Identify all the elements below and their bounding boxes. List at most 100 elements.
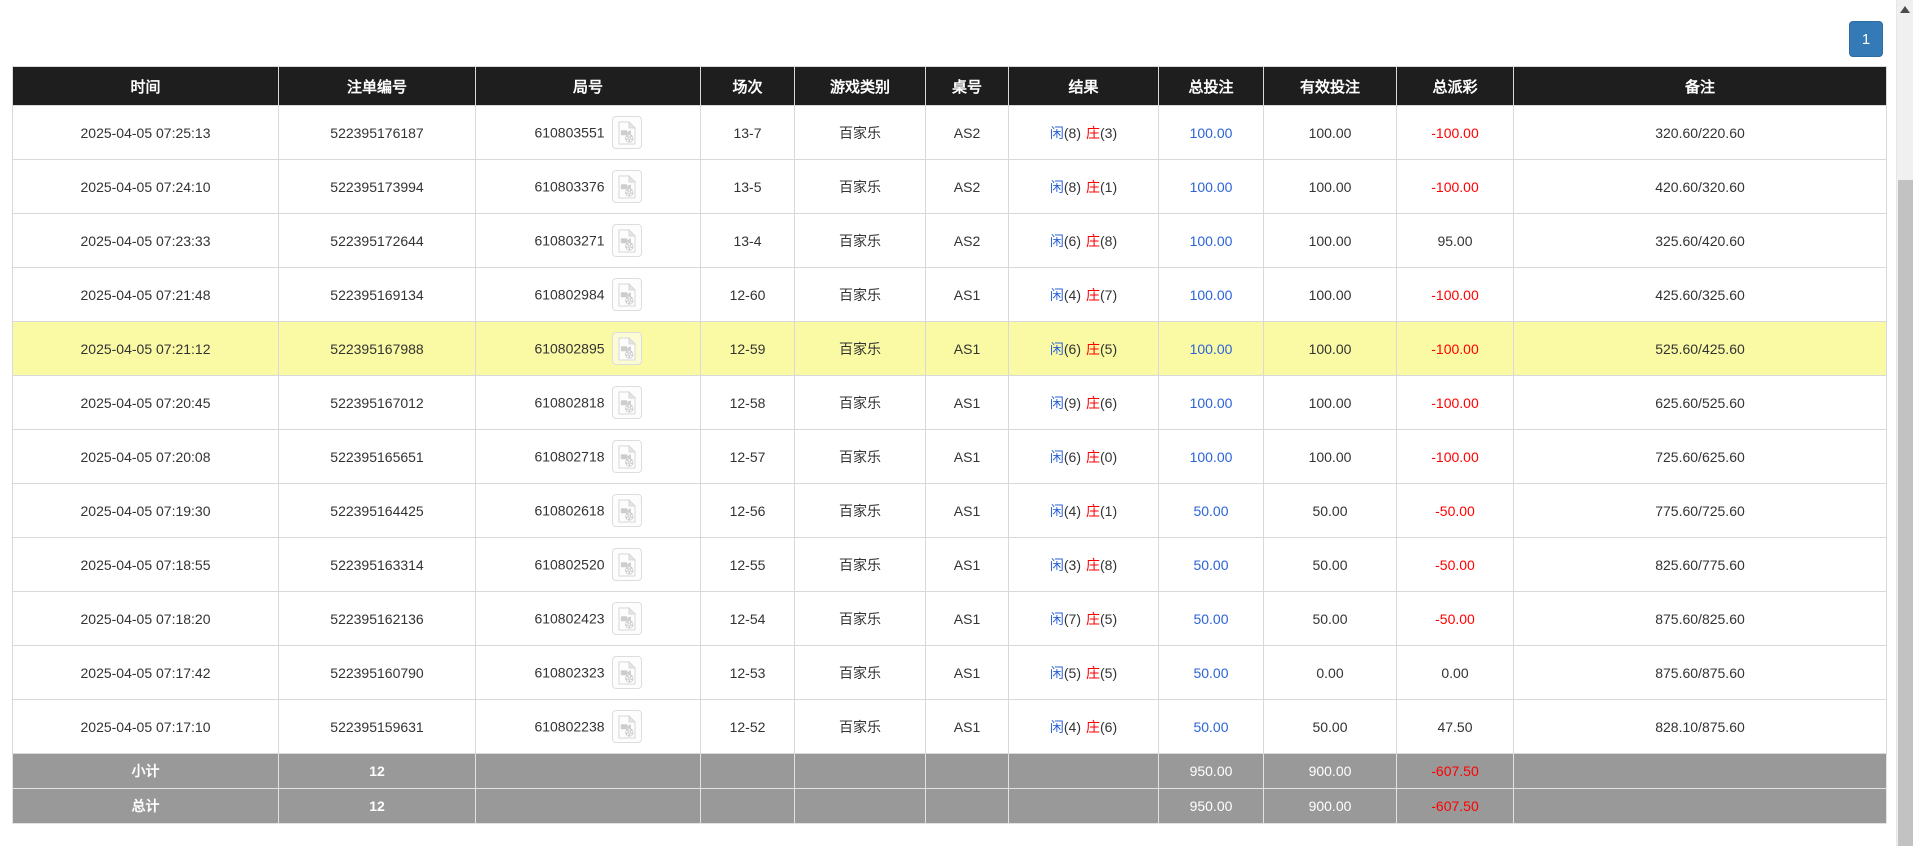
cell-remark: 825.60/775.60	[1514, 538, 1887, 592]
cell-result: 闲(4)庄(6)	[1009, 700, 1159, 754]
video-replay-button[interactable]	[612, 656, 642, 689]
footer-count: 12	[279, 754, 476, 789]
cell-result: 闲(3)庄(8)	[1009, 538, 1159, 592]
table-row[interactable]: 2025-04-05 07:19:30522395164425610802618…	[13, 484, 1887, 538]
cell-result: 闲(4)庄(1)	[1009, 484, 1159, 538]
footer-total-bet: 950.00	[1159, 754, 1264, 789]
header-result: 结果	[1009, 67, 1159, 106]
round-no-text: 610802323	[534, 665, 604, 681]
cell-total-bet: 100.00	[1159, 268, 1264, 322]
result-banker-score: (6)	[1100, 395, 1117, 411]
cell-time: 2025-04-05 07:18:55	[13, 538, 279, 592]
video-replay-button[interactable]	[612, 386, 642, 419]
video-replay-button[interactable]	[612, 332, 642, 365]
cell-game-type: 百家乐	[795, 646, 926, 700]
result-banker-score: (1)	[1100, 179, 1117, 195]
round-no-text: 610802895	[534, 341, 604, 357]
bet-records-table: 时间 注单编号 局号 场次 游戏类别 桌号 结果 总投注 有效投注 总派彩 备注…	[12, 66, 1887, 824]
result-player-score: (3)	[1064, 557, 1081, 573]
vertical-scrollbar[interactable]	[1896, 0, 1913, 846]
cell-time: 2025-04-05 07:23:33	[13, 214, 279, 268]
footer-count: 12	[279, 789, 476, 824]
cell-bet-no: 522395172644	[279, 214, 476, 268]
result-player-label: 闲	[1050, 557, 1064, 573]
header-remark: 备注	[1514, 67, 1887, 106]
cell-round-no: 610802818	[476, 376, 701, 430]
result-banker-label: 庄	[1086, 233, 1100, 249]
result-banker-score: (5)	[1100, 611, 1117, 627]
cell-valid-bet: 0.00	[1264, 646, 1397, 700]
cell-payout: -50.00	[1397, 484, 1514, 538]
table-row[interactable]: 2025-04-05 07:18:20522395162136610802423…	[13, 592, 1887, 646]
cell-session: 12-59	[701, 322, 795, 376]
video-file-icon	[617, 391, 637, 415]
cell-bet-no: 522395176187	[279, 106, 476, 160]
cell-round-no: 610802618	[476, 484, 701, 538]
footer-remark	[1514, 789, 1887, 824]
table-row[interactable]: 2025-04-05 07:18:55522395163314610802520…	[13, 538, 1887, 592]
cell-bet-no: 522395159631	[279, 700, 476, 754]
cell-time: 2025-04-05 07:17:42	[13, 646, 279, 700]
pagination-page-1-button[interactable]: 1	[1849, 21, 1883, 57]
video-replay-button[interactable]	[612, 278, 642, 311]
video-replay-button[interactable]	[612, 440, 642, 473]
cell-table-no: AS1	[926, 484, 1009, 538]
scroll-up-arrow-icon[interactable]	[1900, 6, 1910, 13]
cell-total-bet: 50.00	[1159, 538, 1264, 592]
cell-result: 闲(7)庄(5)	[1009, 592, 1159, 646]
result-banker-label: 庄	[1086, 179, 1100, 195]
cell-session: 12-55	[701, 538, 795, 592]
cell-round-no: 610802423	[476, 592, 701, 646]
cell-session: 13-7	[701, 106, 795, 160]
cell-result: 闲(6)庄(0)	[1009, 430, 1159, 484]
header-game-type: 游戏类别	[795, 67, 926, 106]
result-player-label: 闲	[1050, 233, 1064, 249]
video-file-icon	[617, 337, 637, 361]
table-row[interactable]: 2025-04-05 07:25:13522395176187610803551…	[13, 106, 1887, 160]
cell-table-no: AS1	[926, 322, 1009, 376]
result-banker-score: (5)	[1100, 341, 1117, 357]
table-row[interactable]: 2025-04-05 07:23:33522395172644610803271…	[13, 214, 1887, 268]
table-row[interactable]: 2025-04-05 07:17:10522395159631610802238…	[13, 700, 1887, 754]
cell-total-bet: 100.00	[1159, 322, 1264, 376]
cell-table-no: AS1	[926, 268, 1009, 322]
video-replay-button[interactable]	[612, 710, 642, 743]
footer-empty-result	[1009, 789, 1159, 824]
cell-result: 闲(8)庄(1)	[1009, 160, 1159, 214]
cell-table-no: AS2	[926, 214, 1009, 268]
video-replay-button[interactable]	[612, 116, 642, 149]
video-replay-button[interactable]	[612, 170, 642, 203]
footer-label: 总计	[13, 789, 279, 824]
scrollbar-thumb[interactable]	[1898, 180, 1913, 846]
cell-game-type: 百家乐	[795, 322, 926, 376]
result-player-label: 闲	[1050, 449, 1064, 465]
table-row[interactable]: 2025-04-05 07:21:48522395169134610802984…	[13, 268, 1887, 322]
table-row[interactable]: 2025-04-05 07:21:12522395167988610802895…	[13, 322, 1887, 376]
footer-empty-round	[476, 789, 701, 824]
result-banker-score: (8)	[1100, 233, 1117, 249]
video-replay-button[interactable]	[612, 548, 642, 581]
result-banker-score: (5)	[1100, 665, 1117, 681]
table-row[interactable]: 2025-04-05 07:24:10522395173994610803376…	[13, 160, 1887, 214]
video-replay-button[interactable]	[612, 494, 642, 527]
result-player-score: (4)	[1064, 503, 1081, 519]
video-replay-button[interactable]	[612, 224, 642, 257]
cell-round-no: 610802238	[476, 700, 701, 754]
table-row[interactable]: 2025-04-05 07:17:42522395160790610802323…	[13, 646, 1887, 700]
table-row[interactable]: 2025-04-05 07:20:08522395165651610802718…	[13, 430, 1887, 484]
video-replay-button[interactable]	[612, 602, 642, 635]
cell-session: 12-54	[701, 592, 795, 646]
result-player-label: 闲	[1050, 665, 1064, 681]
result-player-score: (4)	[1064, 719, 1081, 735]
cell-game-type: 百家乐	[795, 160, 926, 214]
result-player-score: (4)	[1064, 287, 1081, 303]
table-row[interactable]: 2025-04-05 07:20:45522395167012610802818…	[13, 376, 1887, 430]
cell-game-type: 百家乐	[795, 700, 926, 754]
cell-valid-bet: 100.00	[1264, 430, 1397, 484]
footer-total-bet: 950.00	[1159, 789, 1264, 824]
video-file-icon	[617, 121, 637, 145]
cell-payout: -100.00	[1397, 376, 1514, 430]
cell-table-no: AS2	[926, 160, 1009, 214]
cell-total-bet: 100.00	[1159, 430, 1264, 484]
cell-table-no: AS1	[926, 646, 1009, 700]
